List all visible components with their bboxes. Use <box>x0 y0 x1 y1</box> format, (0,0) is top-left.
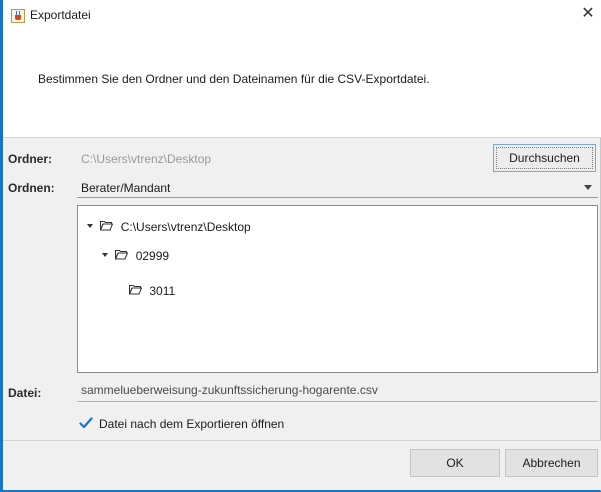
ok-button-label: OK <box>446 456 464 470</box>
browse-button-label: Durchsuchen <box>509 151 580 165</box>
title-bar[interactable]: Exportdatei ✕ <box>3 0 601 30</box>
file-name-input[interactable] <box>77 380 598 400</box>
tree-node-desktop[interactable]: C:\Users\vtrenz\Desktop <box>87 219 251 235</box>
ok-button[interactable]: OK <box>410 449 500 477</box>
open-after-export-label: Datei nach dem Exportieren öffnen <box>99 417 285 431</box>
sort-selected-value: Berater/Mandant <box>81 181 171 195</box>
chevron-down-icon[interactable] <box>584 185 592 190</box>
sort-label: Ordnen: <box>8 181 55 195</box>
file-label: Datei: <box>8 386 42 400</box>
close-icon: ✕ <box>581 5 595 22</box>
folder-label: Ordner: <box>8 152 53 166</box>
file-name-field[interactable] <box>77 380 598 402</box>
expand-toggle-icon[interactable] <box>87 223 93 228</box>
folder-open-icon <box>115 250 129 260</box>
export-dialog: Exportdatei ✕ Bestimmen Sie den Ordner u… <box>0 0 601 492</box>
header-description: Bestimmen Sie den Ordner und den Dateina… <box>38 72 430 86</box>
dialog-footer: OK Abbrechen <box>3 440 601 490</box>
close-button[interactable]: ✕ <box>575 2 601 28</box>
window-title: Exportdatei <box>30 8 91 22</box>
browse-button[interactable]: Durchsuchen <box>493 144 596 172</box>
checkbox-checked-icon[interactable] <box>79 416 93 430</box>
cancel-button[interactable]: Abbrechen <box>505 449 598 477</box>
folder-tree[interactable]: C:\Users\vtrenz\Desktop 02999 3011 <box>77 205 598 373</box>
tree-node-label: C:\Users\vtrenz\Desktop <box>120 219 251 234</box>
header-panel: Bestimmen Sie den Ordner und den Dateina… <box>3 30 601 138</box>
cancel-button-label: Abbrechen <box>522 456 581 470</box>
folder-path-text: C:\Users\vtrenz\Desktop <box>81 152 212 166</box>
expand-toggle-icon[interactable] <box>102 252 108 257</box>
tree-node-02999[interactable]: 02999 <box>102 248 169 264</box>
java-app-icon <box>11 9 25 23</box>
folder-open-icon <box>100 221 114 231</box>
tree-node-3011[interactable]: 3011 <box>129 283 175 299</box>
tree-node-label: 3011 <box>149 283 176 298</box>
sort-dropdown[interactable]: Berater/Mandant <box>77 178 598 198</box>
folder-open-icon <box>129 285 142 295</box>
tree-node-label: 02999 <box>135 248 170 263</box>
